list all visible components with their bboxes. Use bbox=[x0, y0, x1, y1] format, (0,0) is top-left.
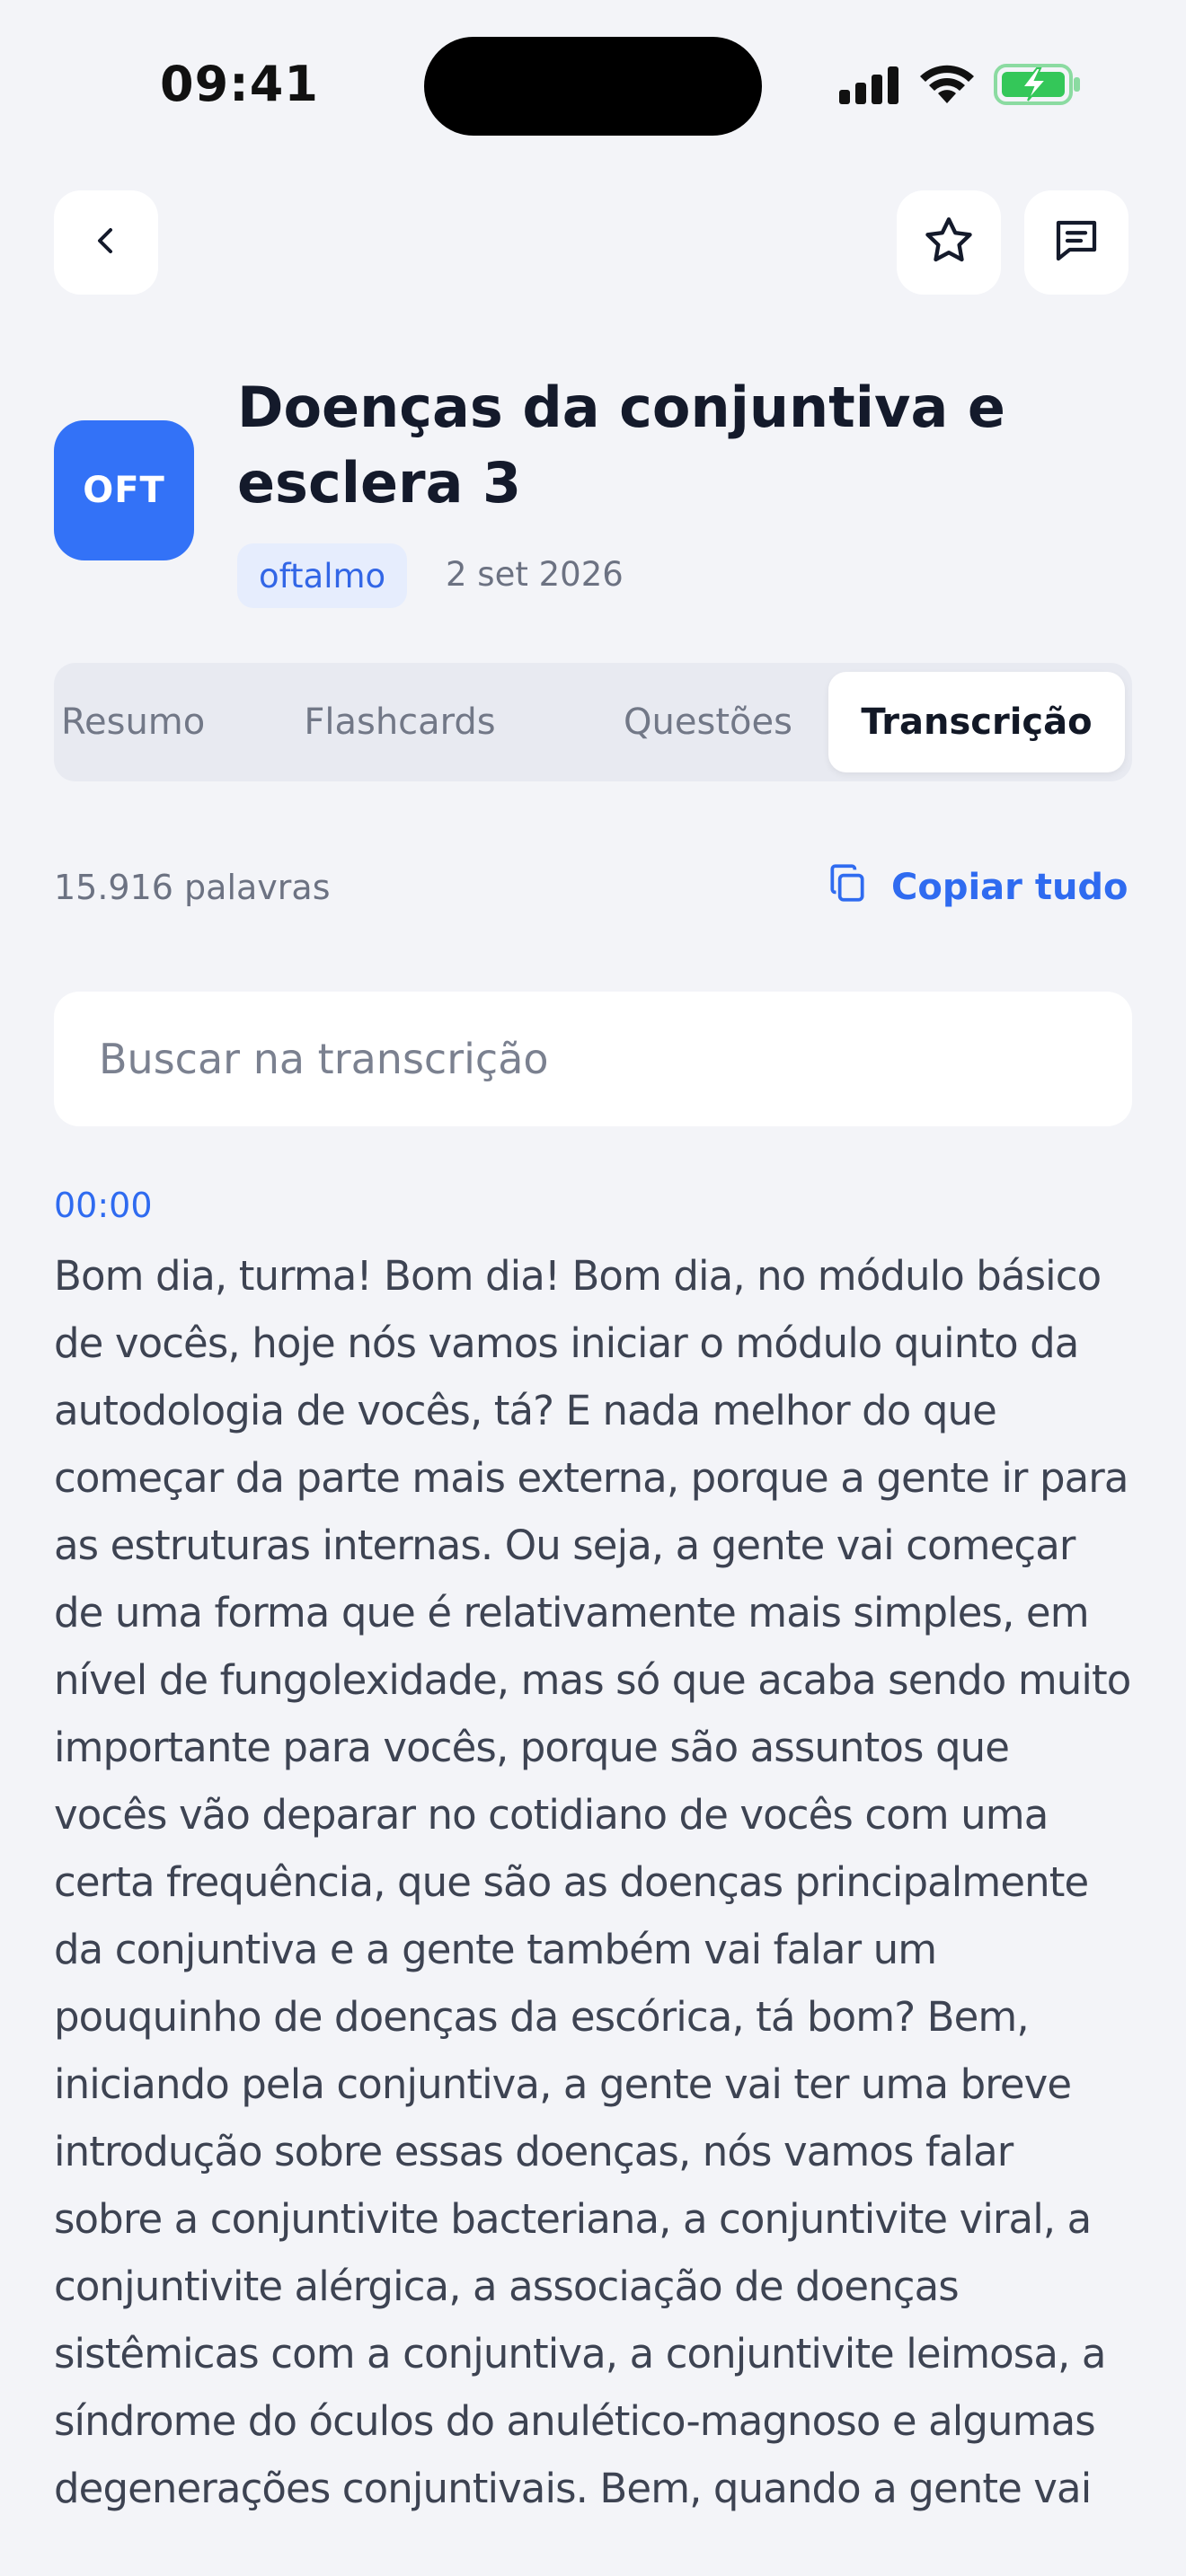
notes-icon bbox=[1049, 214, 1103, 271]
copy-icon bbox=[825, 860, 870, 914]
segment-timestamp[interactable]: 00:00 bbox=[54, 1186, 153, 1225]
tab-questoes[interactable]: Questões bbox=[573, 672, 843, 772]
word-count: 15.916 palavras bbox=[54, 868, 331, 907]
page-title: Doenças da conjuntiva e esclera 3 bbox=[237, 375, 1005, 516]
course-badge: OFT bbox=[54, 420, 194, 560]
tab-flashcards[interactable]: Flashcards bbox=[270, 672, 530, 772]
back-button[interactable] bbox=[54, 190, 158, 295]
status-bar: 09:41 bbox=[0, 0, 1186, 171]
tab-resumo[interactable]: Resumo bbox=[54, 672, 216, 772]
notes-button[interactable] bbox=[1024, 190, 1128, 295]
star-icon bbox=[921, 213, 977, 272]
copy-all-label: Copiar tudo bbox=[891, 867, 1128, 908]
tab-transcricao[interactable]: Transcrição bbox=[828, 672, 1125, 772]
battery-charging-icon bbox=[994, 63, 1082, 110]
transcript-text: Bom dia, turma! Bom dia! Bom dia, no mód… bbox=[54, 1252, 1131, 2512]
copy-all-button[interactable]: Copiar tudo bbox=[825, 860, 1128, 914]
wifi-icon bbox=[920, 64, 974, 109]
chevron-left-icon bbox=[88, 223, 124, 262]
status-icons bbox=[839, 63, 1082, 110]
favorite-button[interactable] bbox=[897, 190, 1001, 295]
tab-bar: Resumo Flashcards Questões Transcrição bbox=[54, 663, 1132, 781]
lesson-date: 2 set 2026 bbox=[446, 555, 624, 594]
signal-icon bbox=[839, 65, 900, 108]
transcript-search[interactable] bbox=[54, 992, 1132, 1126]
status-time: 09:41 bbox=[160, 56, 319, 112]
search-input[interactable] bbox=[99, 1035, 1087, 1083]
dynamic-island bbox=[424, 37, 762, 136]
subject-tag[interactable]: oftalmo bbox=[237, 543, 408, 608]
